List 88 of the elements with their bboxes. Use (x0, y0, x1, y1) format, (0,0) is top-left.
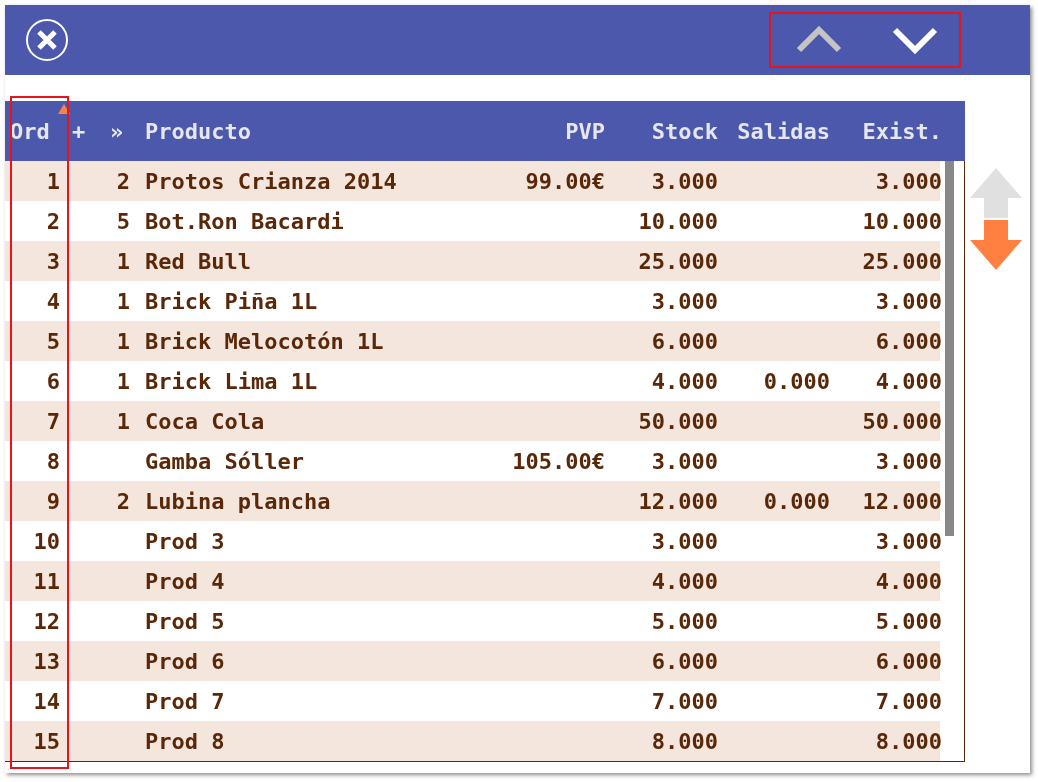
existence-cell-text: 5.000 (874, 608, 942, 634)
product-cell-text: Prod 5 (144, 608, 226, 634)
price-cell-text: 105.00€ (511, 448, 605, 474)
quantity-cell-text: 1 (115, 368, 130, 394)
existence-cell-text: 4.000 (874, 368, 942, 394)
order-number-cell-text: 15 (32, 728, 60, 754)
column-header[interactable]: Ord (10, 118, 50, 144)
existence-cell-text: 3.000 (874, 448, 942, 474)
close-button[interactable] (25, 18, 69, 62)
chevron-up-icon (796, 26, 842, 54)
existence-cell-text: 8.000 (874, 728, 942, 754)
chevron-down-icon (892, 26, 938, 54)
existence-cell-text: 6.000 (874, 328, 942, 354)
quantity-cell-text: 2 (115, 488, 130, 514)
product-cell-text: Protos Crianza 2014 (144, 168, 398, 194)
column-header[interactable]: Stock (651, 118, 718, 144)
quantity-cell-text: 1 (115, 248, 130, 274)
order-number-cell-text: 12 (32, 608, 60, 634)
order-number-cell-text: 8 (45, 448, 60, 474)
product-cell-text: Prod 4 (144, 568, 226, 594)
order-number-cell-text: 10 (32, 528, 60, 554)
order-number-cell-text: 6 (45, 368, 60, 394)
scrollbar-thumb[interactable] (945, 161, 954, 536)
existence-cell-text: 3.000 (874, 168, 942, 194)
existence-cell-text: 4.000 (874, 568, 942, 594)
stock-cell-text: 5.000 (650, 608, 718, 634)
outflow-cell-text: 0.000 (762, 368, 830, 394)
order-number-cell-text: 11 (32, 568, 60, 594)
column-header[interactable]: Salidas (737, 118, 830, 144)
product-cell-text: Prod 3 (144, 528, 226, 554)
existence-cell-text: 7.000 (874, 688, 942, 714)
column-header[interactable]: Producto (145, 118, 251, 144)
column-header[interactable]: Exist. (862, 118, 942, 144)
quantity-cell-text: 1 (115, 288, 130, 314)
product-cell-text: Brick Lima 1L (144, 368, 319, 394)
stock-cell-text: 12.000 (637, 488, 718, 514)
product-cell-text: Brick Melocotón 1L (144, 328, 385, 354)
stock-cell-text: 6.000 (650, 328, 718, 354)
product-cell-text: Prod 7 (144, 688, 226, 714)
stock-cell-text: 6.000 (650, 648, 718, 674)
order-number-cell-text: 7 (45, 408, 60, 434)
quantity-cell-text: 5 (115, 208, 130, 234)
product-cell-text: Brick Piña 1L (144, 288, 319, 314)
stock-cell-text: 10.000 (637, 208, 718, 234)
existence-cell-text: 25.000 (861, 248, 942, 274)
product-cell-text: Prod 8 (144, 728, 226, 754)
existence-cell-text: 6.000 (874, 648, 942, 674)
stock-cell-text: 3.000 (650, 528, 718, 554)
order-number-cell-text: 4 (45, 288, 60, 314)
existence-cell-text: 10.000 (861, 208, 942, 234)
order-number-cell-text: 5 (45, 328, 60, 354)
outflow-cell-text: 0.000 (762, 488, 830, 514)
order-number-cell-text: 13 (32, 648, 60, 674)
quantity-cell-text: 2 (115, 168, 130, 194)
product-cell-text: Prod 6 (144, 648, 226, 674)
existence-cell-text: 3.000 (874, 528, 942, 554)
stock-cell-text: 50.000 (637, 408, 718, 434)
scroll-down-button[interactable] (968, 220, 1024, 272)
arrow-up-icon (968, 166, 1024, 218)
close-icon (25, 18, 69, 62)
stock-cell-text: 4.000 (650, 568, 718, 594)
column-header[interactable]: + (72, 118, 86, 144)
existence-cell-text: 50.000 (861, 408, 942, 434)
order-number-cell-text: 9 (45, 488, 60, 514)
product-cell-text: Lubina plancha (144, 488, 332, 514)
order-number-cell-text: 1 (45, 168, 60, 194)
column-header[interactable]: PVP (565, 118, 605, 144)
price-cell-text: 99.00€ (524, 168, 605, 194)
stock-cell-text: 4.000 (650, 368, 718, 394)
quantity-cell-text: 1 (115, 408, 130, 434)
order-number-cell-text: 3 (45, 248, 60, 274)
product-cell-text: Coca Cola (144, 408, 266, 434)
product-cell-text: Bot.Ron Bacardi (144, 208, 345, 234)
arrow-down-icon (968, 220, 1024, 272)
stock-cell-text: 7.000 (650, 688, 718, 714)
quantity-cell-text: 1 (115, 328, 130, 354)
product-cell-text: Red Bull (144, 248, 252, 274)
stock-cell-text: 25.000 (637, 248, 718, 274)
stock-cell-text: 3.000 (650, 168, 718, 194)
existence-cell-text: 3.000 (874, 288, 942, 314)
order-number-cell-text: 14 (32, 688, 60, 714)
stock-cell-text: 3.000 (650, 448, 718, 474)
column-header[interactable]: » (110, 118, 124, 144)
product-cell-text: Gamba Sóller (144, 448, 305, 474)
stock-cell-text: 3.000 (650, 288, 718, 314)
stock-cell-text: 8.000 (650, 728, 718, 754)
existence-cell-text: 12.000 (861, 488, 942, 514)
order-number-cell-text: 2 (45, 208, 60, 234)
